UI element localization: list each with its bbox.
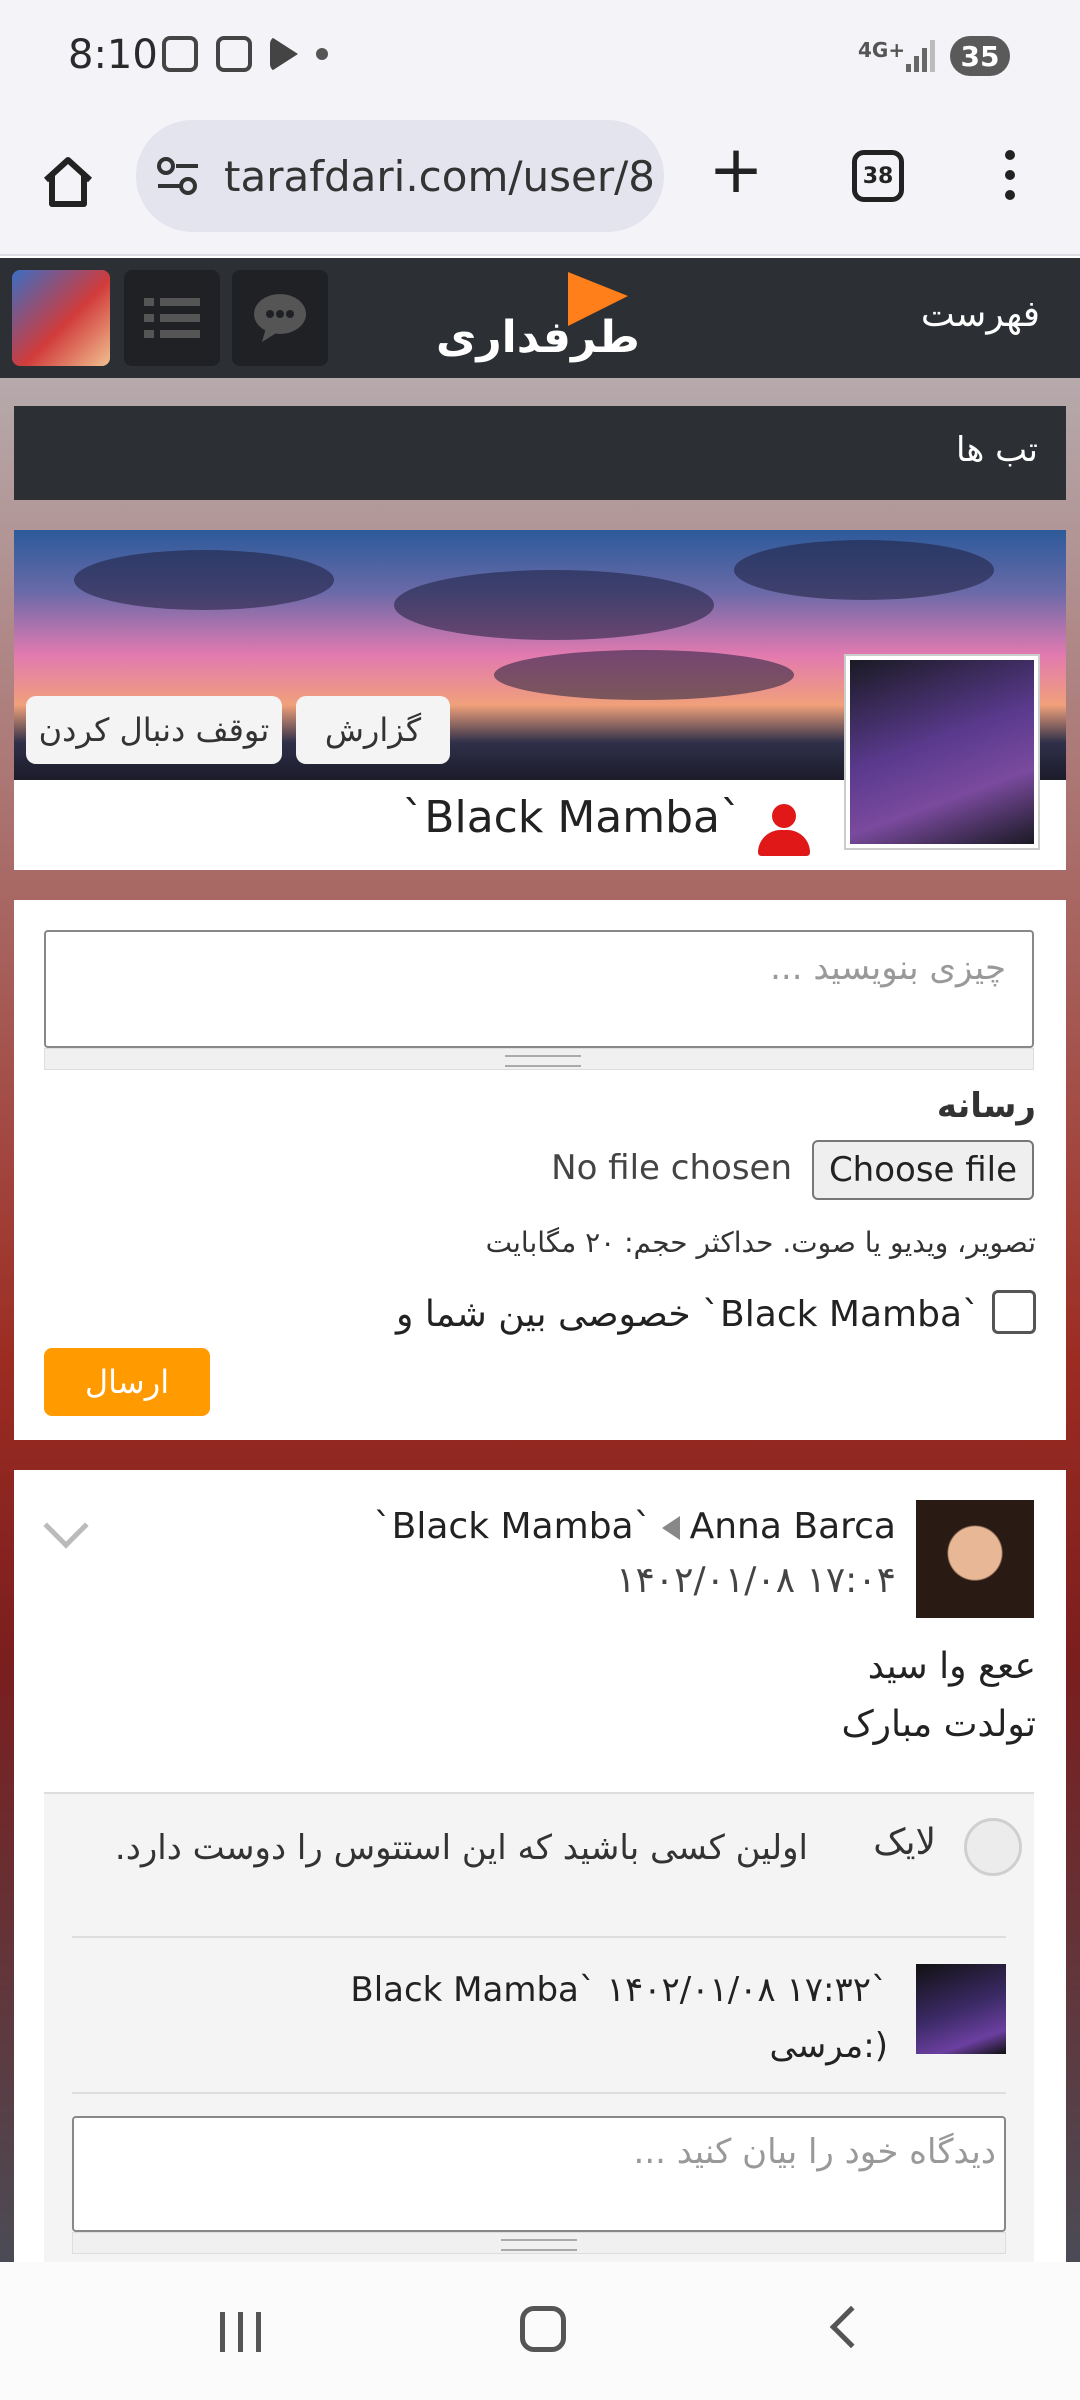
status-post: `Black Mamba` Anna Barca ۱۴۰۲/۰۱/۰۸ ۱۷:۰۴… <box>14 1470 1066 2262</box>
comment-placeholder: دیدگاه خود را بیان کنید ... <box>633 2132 996 2172</box>
new-tab-icon[interactable]: + <box>706 137 766 203</box>
media-hint: تصویر، ویدیو یا صوت. حداکثر حجم: ۲۰ مگاب… <box>485 1226 1036 1259</box>
chat-icon <box>254 294 306 342</box>
post-placeholder: چیزی بنویسید ... <box>770 948 1006 988</box>
unfollow-button[interactable]: توقف دنبال کردن <box>26 696 282 764</box>
user-icon <box>756 804 812 856</box>
signal-icon <box>906 40 935 72</box>
chevron-down-icon[interactable] <box>43 1503 89 1549</box>
more-menu-icon[interactable] <box>1000 150 1020 206</box>
choose-file-button[interactable]: Choose file <box>812 1140 1034 1200</box>
author-avatar[interactable] <box>916 1500 1034 1618</box>
menu-link[interactable]: فهرست <box>921 294 1040 335</box>
home-icon[interactable] <box>38 152 98 212</box>
play-store-icon <box>270 36 298 72</box>
recents-icon[interactable] <box>220 2312 264 2352</box>
logo-text: طرفداری <box>436 312 640 363</box>
profile-avatar[interactable] <box>846 656 1038 848</box>
chat-button[interactable] <box>232 270 328 366</box>
url-field[interactable]: tarafdari.com/user/8 <box>136 120 664 232</box>
like-button[interactable]: لایک <box>873 1822 936 1863</box>
like-hint: اولین کسی باشید که این استتوس را دوست دا… <box>114 1828 808 1868</box>
status-icons <box>162 36 328 72</box>
send-button[interactable]: ارسال <box>44 1348 210 1416</box>
battery-indicator: 35 <box>950 36 1010 76</box>
divider <box>72 2092 1006 2094</box>
status-bar: 8:10 4G+ 35 <box>0 0 1080 116</box>
tab-switcher-button[interactable]: 38 <box>852 150 904 202</box>
tabs-bar[interactable]: تب ها <box>14 406 1066 500</box>
screenshot-icon <box>162 36 198 72</box>
resize-handle[interactable] <box>72 2232 1006 2254</box>
author-name[interactable]: Anna Barca <box>690 1506 896 1547</box>
notification-dot-icon <box>316 48 328 60</box>
resize-handle[interactable] <box>44 1048 1034 1070</box>
post-textarea[interactable]: چیزی بنویسید ... <box>44 930 1034 1048</box>
site-settings-icon[interactable] <box>156 156 200 196</box>
reply-text: مرسی:) <box>769 2026 888 2066</box>
comment-textarea[interactable]: دیدگاه خود را بیان کنید ... <box>72 2116 1006 2232</box>
status-time: 8:10 <box>68 32 158 78</box>
profile-name: `Black Mamba` <box>402 792 742 843</box>
site-logo[interactable]: طرفداری <box>436 272 640 368</box>
back-icon[interactable] <box>829 2305 873 2349</box>
page-content: طرفداری فهرست تب ها گزارش توقف دنبال کرد… <box>0 258 1080 2262</box>
reply-author[interactable]: Black Mamba` ۱۴۰۲/۰۱/۰۸ ۱۷:۳۲` <box>350 1970 888 2010</box>
private-checkbox[interactable] <box>992 1290 1036 1334</box>
user-avatar[interactable] <box>12 270 110 366</box>
no-file-label: No file chosen <box>551 1148 792 1188</box>
divider <box>72 1936 1006 1938</box>
profile-card: گزارش توقف دنبال کردن `Black Mamba` <box>14 530 1066 870</box>
post-text-line1: ععع وا سید <box>867 1646 1036 1687</box>
tabs-label: تب ها <box>956 430 1038 470</box>
browser-toolbar: tarafdari.com/user/8 + 38 <box>0 116 1080 256</box>
reply-avatar[interactable] <box>916 1964 1006 2054</box>
report-button[interactable]: گزارش <box>296 696 450 764</box>
media-label: رسانه <box>936 1086 1036 1126</box>
private-label: خصوصی بین شما و `Black Mamba` <box>396 1294 980 1335</box>
post-header: `Black Mamba` Anna Barca <box>374 1506 896 1547</box>
site-header: طرفداری فهرست <box>0 258 1080 378</box>
post-composer: چیزی بنویسید ... رسانه Choose file No fi… <box>14 900 1066 1440</box>
smile-icon[interactable] <box>964 1818 1022 1876</box>
post-text-line2: تولدت مبارک <box>841 1704 1036 1745</box>
arrow-icon <box>661 1516 680 1540</box>
network-type: 4G+ <box>858 38 906 62</box>
interaction-box: لایک اولین کسی باشید که این استتوس را دو… <box>44 1792 1034 2262</box>
list-button[interactable] <box>124 270 220 366</box>
recipient-name[interactable]: `Black Mamba` <box>374 1506 652 1547</box>
scan-icon <box>216 36 252 72</box>
list-icon <box>144 298 200 338</box>
home-nav-icon[interactable] <box>520 2306 566 2352</box>
post-date: ۱۴۰۲/۰۱/۰۸ ۱۷:۰۴ <box>616 1560 896 1601</box>
url-text: tarafdari.com/user/8 <box>224 152 656 201</box>
system-nav-bar <box>0 2262 1080 2400</box>
